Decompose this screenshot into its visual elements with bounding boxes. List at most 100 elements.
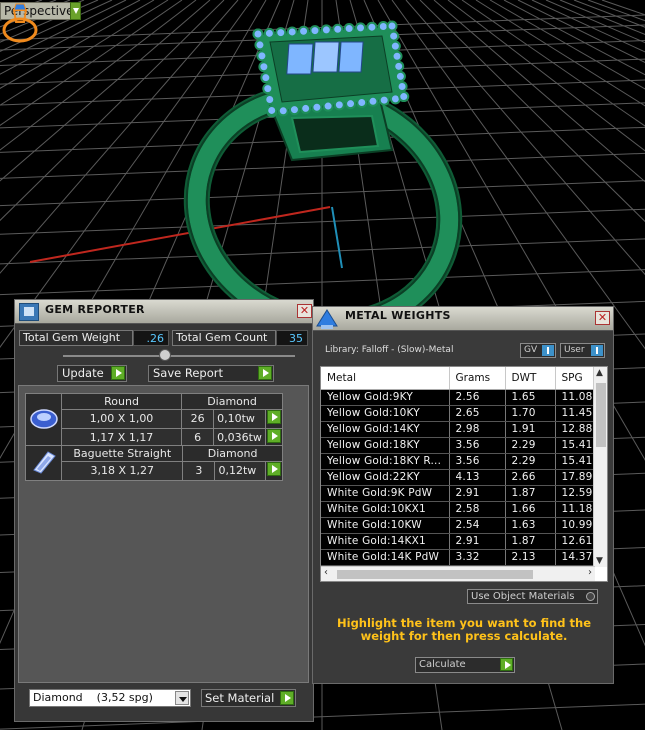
metal-name-cell: Yellow Gold:10KY xyxy=(321,405,450,422)
ring-view-icon[interactable] xyxy=(0,0,40,44)
table-row[interactable]: White Gold:14KX1 2.91 1.87 12.61 xyxy=(321,533,606,550)
play-arrow-icon[interactable] xyxy=(280,691,294,705)
metal-name-cell: Yellow Gold:9KY xyxy=(321,389,450,406)
calculate-button[interactable]: Calculate xyxy=(415,657,515,673)
metal-weights-titlebar[interactable]: METAL WEIGHTS ✕ xyxy=(313,307,613,331)
grams-cell: 2.56 xyxy=(449,389,506,406)
gem-stats-row: Total Gem Weight .26 Total Gem Count 35 xyxy=(19,330,309,346)
update-button[interactable]: Update xyxy=(57,365,127,382)
set-material-button[interactable]: Set Material xyxy=(201,689,296,707)
table-row[interactable]: Yellow Gold:22KY 4.13 2.66 17.89 xyxy=(321,469,606,486)
metal-name-cell: White Gold:14KX1 xyxy=(321,533,450,550)
gem-group-baguette[interactable]: Baguette Straight Diamond 3,18 X 1,27 3 … xyxy=(24,445,284,481)
dwt-cell: 1.87 xyxy=(505,533,556,550)
toggle-switch-icon[interactable] xyxy=(591,345,603,356)
gem-shape-header: Baguette Straight xyxy=(61,445,184,462)
play-arrow-icon[interactable] xyxy=(266,462,281,476)
user-toggle-label: User xyxy=(564,345,585,355)
gem-reporter-title: GEM REPORTER xyxy=(45,303,145,316)
table-row[interactable]: 1,00 X 1,00 26 0,10tw xyxy=(26,409,284,429)
close-icon[interactable]: ✕ xyxy=(595,311,610,325)
column-header-metal[interactable]: Metal xyxy=(321,367,450,390)
chevron-down-icon[interactable] xyxy=(175,691,189,705)
update-button-label: Update xyxy=(62,366,104,380)
scroll-up-icon[interactable]: ▲ xyxy=(596,368,603,378)
scroll-right-icon[interactable]: › xyxy=(588,567,592,578)
grams-cell: 2.91 xyxy=(449,485,506,502)
baguette-gem-icon xyxy=(24,445,63,481)
metal-name-cell: White Gold:9K PdW xyxy=(321,485,450,502)
gem-group-round[interactable]: Round Diamond 1,00 X 1,00 26 0,10tw 1,17… xyxy=(24,393,284,448)
table-row[interactable]: Yellow Gold:9KY 2.56 1.65 11.08 xyxy=(321,389,606,406)
gem-reporter-icon xyxy=(19,303,39,321)
gem-size: 1,00 X 1,00 xyxy=(61,409,183,429)
column-header-grams[interactable]: Grams xyxy=(449,367,506,390)
toggle-switch-icon[interactable] xyxy=(542,345,554,356)
gem-row-action[interactable] xyxy=(264,409,284,429)
metal-weights-table[interactable]: Metal Grams DWT SPG Yellow Gold:9KY 2.56 1… xyxy=(320,366,608,582)
close-icon[interactable]: ✕ xyxy=(297,304,312,318)
grams-cell: 2.65 xyxy=(449,405,506,422)
gem-shape-header: Round xyxy=(61,393,183,410)
gem-list-area[interactable]: Round Diamond 1,00 X 1,00 26 0,10tw 1,17… xyxy=(18,385,309,683)
calculate-hint: Highlight the item you want to find the … xyxy=(337,616,591,643)
metal-weights-icon xyxy=(316,309,338,329)
panel-splitter[interactable] xyxy=(63,355,295,357)
gem-size: 3,18 X 1,27 xyxy=(61,461,184,481)
gem-material-header: Diamond xyxy=(182,445,283,462)
play-arrow-icon[interactable] xyxy=(111,366,125,380)
gem-reporter-titlebar[interactable]: GEM REPORTER ✕ xyxy=(15,300,313,324)
horizontal-scrollbar[interactable]: ‹ › xyxy=(321,566,595,581)
material-select-value: Diamond (3,52 spg) xyxy=(33,691,153,704)
dwt-cell: 2.13 xyxy=(505,549,556,566)
dwt-cell: 2.29 xyxy=(505,453,556,470)
gem-count: 3 xyxy=(182,461,216,481)
table-row[interactable]: White Gold:10KX1 2.58 1.66 11.18 xyxy=(321,501,606,518)
table-row[interactable]: Yellow Gold:18KY 3.56 2.29 15.41 xyxy=(321,437,606,454)
save-report-button[interactable]: Save Report xyxy=(148,365,274,382)
table-row[interactable]: White Gold:9K PdW 2.91 1.87 12.59 xyxy=(321,485,606,502)
table-row[interactable]: Yellow Gold:14KY 2.98 1.91 12.88 xyxy=(321,421,606,438)
table-row[interactable]: 3,18 X 1,27 3 0,12tw xyxy=(26,461,284,481)
metal-name-cell: Yellow Gold:14KY xyxy=(321,421,450,438)
grams-cell: 4.13 xyxy=(449,469,506,486)
grams-cell: 3.56 xyxy=(449,453,506,470)
table-row[interactable]: Yellow Gold:10KY 2.65 1.70 11.45 xyxy=(321,405,606,422)
total-gem-count-value: 35 xyxy=(276,330,308,346)
grams-cell: 2.58 xyxy=(449,501,506,518)
scroll-thumb[interactable] xyxy=(596,383,606,447)
dwt-cell: 1.70 xyxy=(505,405,556,422)
scroll-thumb[interactable] xyxy=(337,570,533,579)
table-row[interactable]: Yellow Gold:18KY R... 3.56 2.29 15.41 xyxy=(321,453,606,470)
gem-count: 26 xyxy=(181,409,215,429)
view-dropdown-button[interactable] xyxy=(70,2,81,20)
grams-cell: 2.98 xyxy=(449,421,506,438)
user-toggle[interactable]: User xyxy=(560,343,605,358)
play-arrow-icon[interactable] xyxy=(266,410,281,424)
splitter-handle[interactable] xyxy=(159,349,171,361)
play-arrow-icon[interactable] xyxy=(266,429,281,443)
gem-weight: 0,10tw xyxy=(213,409,266,429)
column-header-dwt[interactable]: DWT xyxy=(505,367,556,390)
metal-name-cell: Yellow Gold:18KY xyxy=(321,437,450,454)
gv-toggle-label: GV xyxy=(524,345,538,355)
total-gem-count-label: Total Gem Count xyxy=(172,330,276,346)
gem-row-action[interactable] xyxy=(264,461,284,481)
material-select[interactable]: Diamond (3,52 spg) xyxy=(29,689,191,707)
calculate-label: Calculate xyxy=(419,659,466,670)
vertical-scrollbar[interactable]: ▲ ▼ xyxy=(593,367,607,567)
scroll-down-icon[interactable]: ▼ xyxy=(596,556,603,566)
y-axis-line xyxy=(331,206,343,269)
grams-cell: 2.54 xyxy=(449,517,506,534)
play-arrow-icon[interactable] xyxy=(258,366,272,380)
table-row[interactable]: White Gold:10KW 2.54 1.63 10.99 xyxy=(321,517,606,534)
gv-toggle[interactable]: GV xyxy=(520,343,556,358)
table-row[interactable]: White Gold:14K PdW 3.32 2.13 14.37 xyxy=(321,549,606,566)
scroll-left-icon[interactable]: ‹ xyxy=(324,567,328,578)
play-arrow-icon[interactable] xyxy=(500,658,513,671)
dwt-cell: 1.65 xyxy=(505,389,556,406)
radio-button[interactable] xyxy=(586,592,595,601)
metal-name-cell: Yellow Gold:18KY R... xyxy=(321,453,450,470)
use-object-materials-option[interactable]: Use Object Materials xyxy=(467,589,598,604)
total-gem-weight-value: .26 xyxy=(133,330,169,346)
